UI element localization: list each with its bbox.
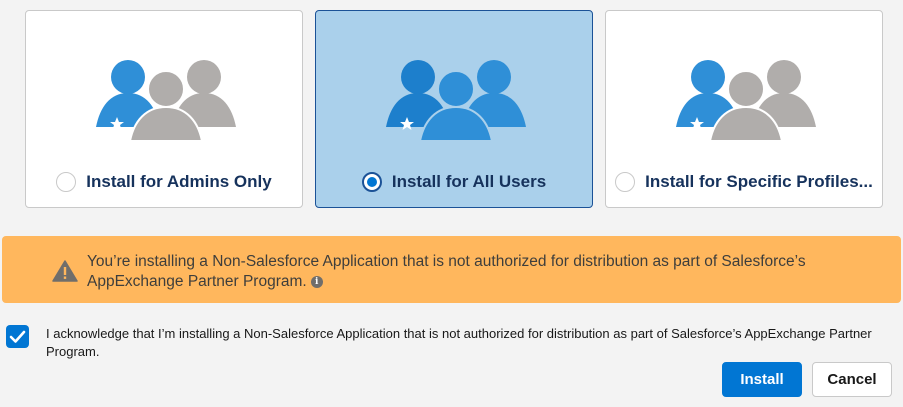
install-option-all-users[interactable]: Install for All Users — [315, 10, 593, 208]
radio-button[interactable] — [56, 172, 77, 192]
warning-banner: You’re installing a Non-Salesforce Appli… — [2, 236, 901, 303]
warning-text: You’re installing a Non-Salesforce Appli… — [87, 253, 806, 290]
acknowledge-checkbox[interactable] — [6, 325, 29, 348]
warning-message: You’re installing a Non-Salesforce Appli… — [87, 252, 867, 292]
install-option-specific-profiles[interactable]: Install for Specific Profiles... — [605, 10, 883, 208]
people-group-icon — [96, 60, 236, 141]
install-option-admins-only[interactable]: Install for Admins Only — [25, 10, 303, 208]
option-choice[interactable]: Install for Specific Profiles... — [606, 169, 882, 195]
warning-icon — [52, 260, 78, 282]
option-choice[interactable]: Install for Admins Only — [26, 169, 302, 195]
option-label: Install for Admins Only — [86, 172, 272, 191]
install-options: Install for Admins Only Install for All … — [0, 0, 903, 220]
people-group-icon — [676, 60, 816, 141]
option-label: Install for Specific Profiles... — [645, 172, 873, 191]
acknowledge-label: I acknowledge that I’m installing a Non-… — [46, 326, 872, 359]
option-choice[interactable]: Install for All Users — [316, 169, 592, 195]
radio-button-selected[interactable] — [361, 172, 382, 192]
people-group-icon — [386, 60, 526, 141]
radio-button[interactable] — [615, 172, 636, 192]
option-label: Install for All Users — [391, 172, 547, 191]
cancel-button[interactable]: Cancel — [812, 362, 892, 397]
install-button[interactable]: Install — [722, 362, 802, 397]
checkmark-icon — [9, 330, 26, 343]
info-icon[interactable]: i — [310, 275, 323, 288]
